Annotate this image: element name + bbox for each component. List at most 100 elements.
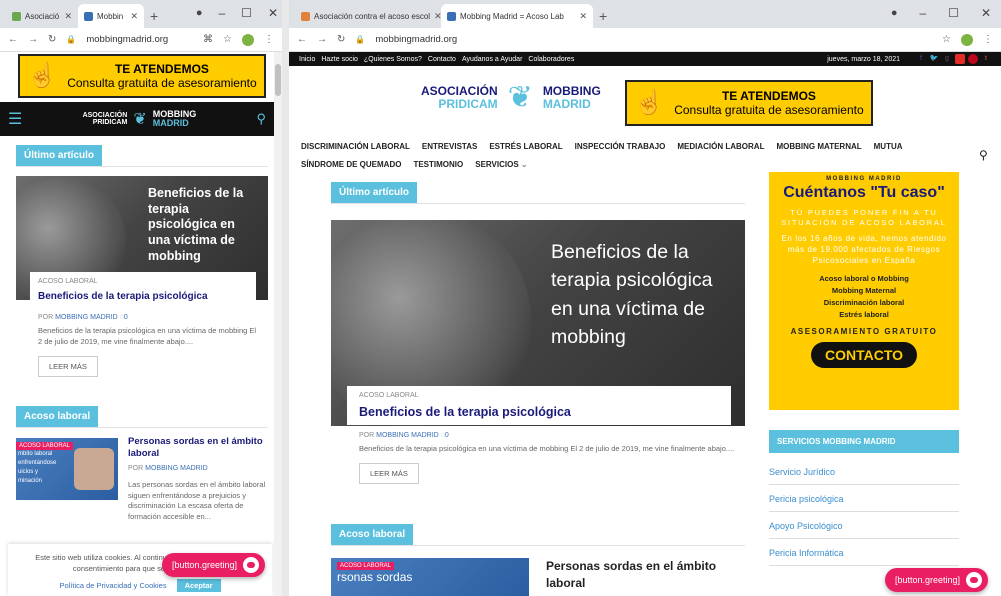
menu-sindrome[interactable]: SÍNDROME DE QUEMADO [301, 158, 401, 172]
greeting-button[interactable]: [button.greeting] [162, 553, 266, 577]
tab-label: Mobbing Madrid = Acoso Lab [460, 11, 564, 21]
menu-dots-icon[interactable]: ⋮ [264, 34, 274, 45]
record-icon[interactable]: ● [196, 7, 203, 19]
greeting-button[interactable]: [button.greeting] [885, 568, 989, 592]
consult-banner[interactable]: ☝ TE ATENDEMOS Consulta gratuita de ases… [625, 80, 873, 126]
tab-asociacion[interactable]: Asociació ✕ [6, 4, 78, 28]
menu-discriminacion[interactable]: DISCRIMINACIÓN LABORAL [301, 140, 410, 154]
read-more-button[interactable]: LEER MÁS [359, 462, 419, 484]
url-input[interactable]: mobbingmadrid.org [86, 34, 193, 45]
comment-count[interactable]: 0 [124, 314, 128, 321]
menu-entrevistas[interactable]: ENTREVISTAS [422, 140, 477, 154]
pinterest-icon[interactable] [968, 54, 978, 64]
twitter-icon[interactable]: 🐦 [929, 54, 939, 64]
minimize-icon[interactable]: – [218, 6, 225, 20]
googleplus-icon[interactable]: g [942, 54, 952, 64]
article-title[interactable]: Beneficios de la terapia psicológica [359, 405, 719, 419]
close-tab-icon[interactable]: ✕ [579, 11, 587, 22]
star-icon[interactable]: ☆ [942, 34, 951, 45]
consult-banner[interactable]: ☝ TE ATENDEMOS Consulta gratuita de ases… [18, 54, 266, 98]
menu-testimonio[interactable]: TESTIMONIO [413, 158, 463, 172]
tab-label: Asociació [25, 11, 60, 21]
hero-headline: Beneficios de la terapia psicológica en … [551, 241, 713, 348]
nav-colaboradores[interactable]: Colaboradores [528, 56, 574, 63]
close-tab-icon[interactable]: ✕ [64, 11, 72, 22]
lock-icon[interactable]: 🔒 [66, 35, 76, 44]
contact-button[interactable]: CONTACTO [810, 341, 918, 368]
back-icon[interactable]: ← [297, 34, 307, 45]
tab-mobbing[interactable]: Mobbin ✕ [78, 4, 144, 28]
tumblr-icon[interactable]: t [981, 54, 991, 64]
nav-inicio[interactable]: Inicio [299, 56, 315, 63]
maximize-icon[interactable]: ☐ [948, 6, 959, 20]
scrollbar[interactable] [274, 52, 282, 596]
profile-avatar[interactable] [961, 33, 973, 46]
url-input[interactable]: mobbingmadrid.org [375, 34, 932, 45]
minimize-icon[interactable]: – [919, 6, 926, 20]
record-icon[interactable]: ● [891, 7, 898, 19]
accept-button[interactable]: Aceptar [176, 578, 221, 592]
translate-icon[interactable]: ⌘ [203, 34, 213, 45]
article-category[interactable]: ACOSO LABORAL [38, 278, 248, 285]
site-logo[interactable]: ASOCIACIÓN PRIDICAM ❦ MOBBING MADRID [421, 80, 601, 115]
banner-title: TE ATENDEMOS [114, 62, 209, 76]
new-tab-icon[interactable]: + [593, 4, 613, 28]
post-thumbnail[interactable]: ACOSO LABORAL rsonas sordas [331, 558, 529, 596]
menu-inspeccion[interactable]: INSPECCIÓN TRABAJO [575, 140, 666, 154]
post-thumbnail[interactable]: ACOSO LABORAL mbito laboral enfrentándos… [16, 438, 118, 500]
site-logo[interactable]: ASOCIACIÓN PRIDICAM ❦ MOBBING MADRID [83, 109, 197, 129]
star-icon[interactable]: ☆ [223, 34, 232, 45]
comment-count[interactable]: 0 [445, 432, 449, 439]
hamburger-icon[interactable]: ☰ [8, 109, 22, 129]
read-more-button[interactable]: LEER MÁS [38, 355, 98, 377]
post-title[interactable]: Personas sordas en el ámbito laboral [128, 436, 268, 461]
tab-asociacion[interactable]: Asociación contra el acoso escol ✕ [295, 4, 441, 28]
close-tab-icon[interactable]: ✕ [130, 11, 138, 22]
latest-section-head: Último artículo [16, 145, 268, 167]
by-label: POR [359, 432, 375, 439]
scrollbar-thumb[interactable] [275, 64, 281, 96]
service-link[interactable]: Pericia Informática [769, 539, 959, 566]
menu-mutua[interactable]: MUTUA [874, 140, 903, 154]
close-window-icon[interactable]: ✕ [268, 6, 278, 20]
service-link[interactable]: Servicio Jurídico [769, 458, 959, 485]
lock-icon[interactable]: 🔒 [355, 35, 365, 44]
nav-quienes-somos[interactable]: ¿Quienes Somos? [364, 56, 422, 63]
facebook-icon[interactable]: f [916, 54, 926, 64]
search-icon[interactable]: ⚲ [979, 148, 988, 162]
search-icon[interactable]: ⚲ [256, 111, 266, 127]
service-link[interactable]: Apoyo Psicológico [769, 512, 959, 539]
article-category[interactable]: ACOSO LABORAL [359, 392, 719, 399]
article-title[interactable]: Beneficios de la terapia psicológica [38, 291, 248, 302]
forward-icon[interactable]: → [28, 34, 38, 45]
privacy-link[interactable]: Política de Privacidad y Cookies [59, 581, 166, 590]
post-title[interactable]: Personas sordas en el ámbito laboral [546, 558, 726, 592]
tab-mobbing[interactable]: Mobbing Madrid = Acoso Lab ✕ [441, 4, 593, 28]
nav-hazte-socio[interactable]: Hazte socio [321, 56, 358, 63]
author-link[interactable]: MOBBING MADRID [376, 432, 439, 439]
menu-maternal[interactable]: MOBBING MATERNAL [776, 140, 861, 154]
nav-contacto[interactable]: Contacto [428, 56, 456, 63]
tab-label: Asociación contra el acoso escol [314, 11, 431, 21]
menu-servicios[interactable]: SERVICIOS ⌄ [475, 158, 527, 172]
maximize-icon[interactable]: ☐ [241, 6, 252, 20]
back-icon[interactable]: ← [8, 34, 18, 45]
close-window-icon[interactable]: ✕ [981, 6, 991, 20]
by-label: POR [128, 464, 144, 472]
author-link[interactable]: MOBBING MADRID [145, 465, 208, 472]
close-tab-icon[interactable]: ✕ [434, 11, 441, 22]
menu-mediacion[interactable]: MEDIACIÓN LABORAL [677, 140, 764, 154]
youtube-icon[interactable] [955, 54, 965, 64]
service-link[interactable]: Pericia psicológica [769, 485, 959, 512]
browser-window-right: Asociación contra el acoso escol ✕ Mobbi… [289, 0, 1001, 596]
menu-estres[interactable]: ESTRÉS LABORAL [489, 140, 562, 154]
profile-avatar[interactable] [242, 33, 254, 46]
reload-icon[interactable]: ↻ [48, 34, 56, 45]
reload-icon[interactable]: ↻ [337, 34, 345, 45]
author-link[interactable]: MOBBING MADRID [55, 314, 118, 321]
menu-dots-icon[interactable]: ⋮ [983, 34, 993, 45]
forward-icon[interactable]: → [317, 34, 327, 45]
handshake-icon: ❦ [133, 111, 147, 128]
new-tab-icon[interactable]: + [144, 4, 164, 28]
nav-ayudanos[interactable]: Ayudanos a Ayudar [462, 56, 522, 63]
